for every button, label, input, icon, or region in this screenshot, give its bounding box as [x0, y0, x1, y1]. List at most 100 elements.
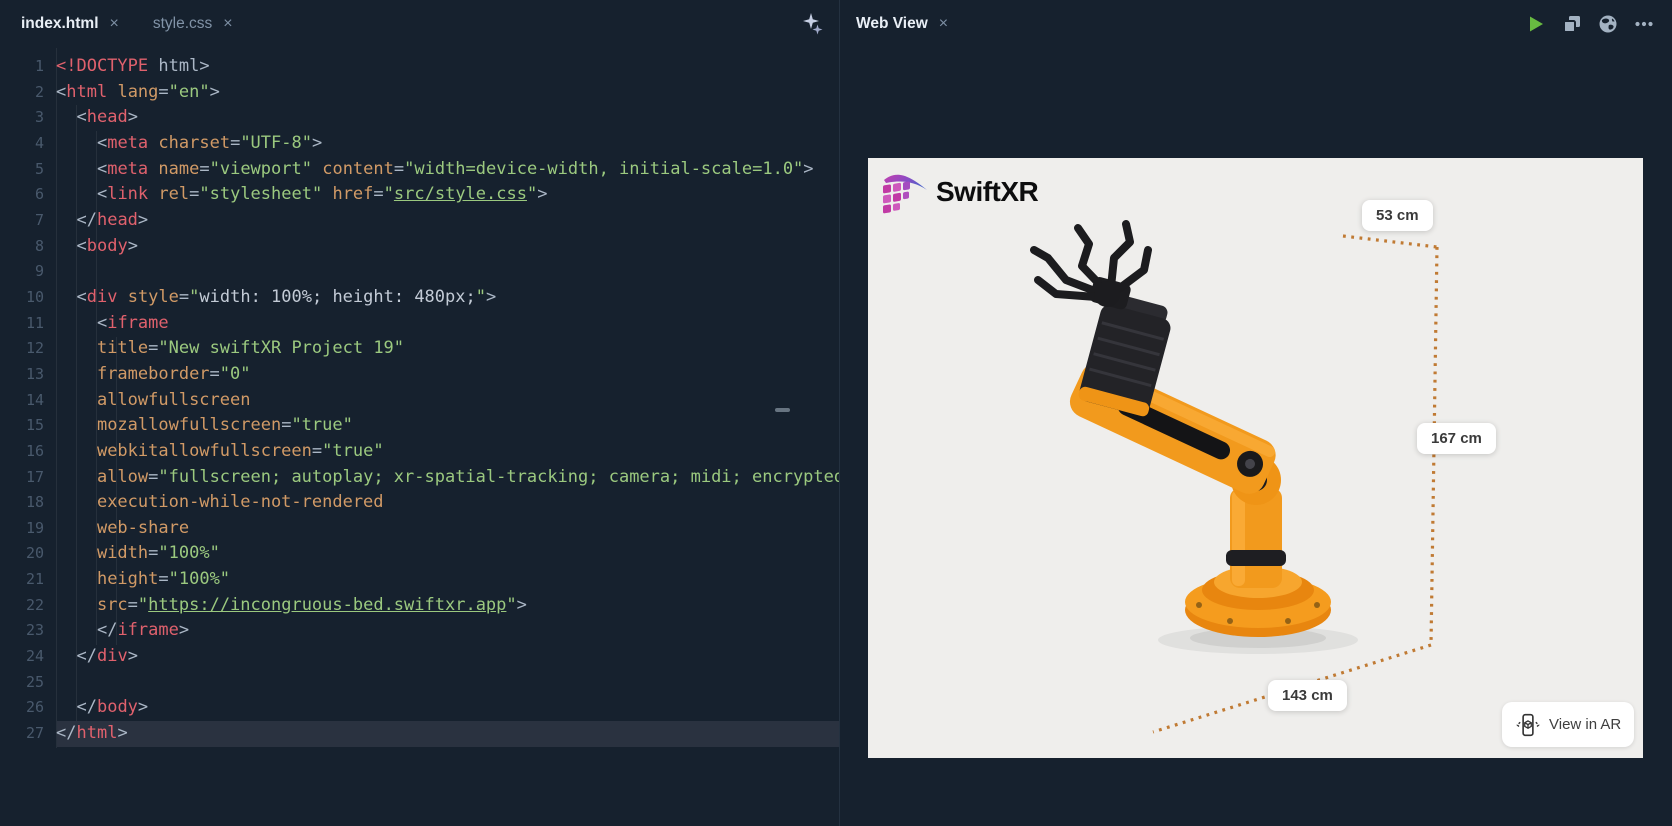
line-number: 4: [0, 131, 44, 157]
code-line[interactable]: 2 <html lang="en">: [0, 80, 839, 106]
line-number: 8: [0, 234, 44, 260]
robot-arm: [1034, 224, 1331, 637]
close-icon[interactable]: ×: [223, 16, 232, 32]
line-number: 16: [0, 439, 44, 465]
code-line[interactable]: 3 <head>: [0, 105, 839, 131]
code-line[interactable]: 5 <meta name="viewport" content="width=d…: [0, 157, 839, 183]
duplicate-icon[interactable]: [1562, 14, 1582, 34]
measure-line-top: [1343, 236, 1437, 247]
code-line[interactable]: 6 <link rel="stylesheet" href="src/style…: [0, 182, 839, 208]
line-number: 12: [0, 336, 44, 362]
line-number: 15: [0, 413, 44, 439]
measurement-chip: 53 cm: [1362, 200, 1433, 231]
code-line[interactable]: 11 <iframe: [0, 311, 839, 337]
more-icon[interactable]: [1634, 14, 1654, 34]
code-text: allow="fullscreen; autoplay; xr-spatial-…: [56, 465, 839, 491]
code-line[interactable]: 7 </head>: [0, 208, 839, 234]
webview-tab-bar: Web View ×: [841, 0, 1672, 48]
ai-sparkles-button[interactable]: [801, 12, 825, 36]
line-number: 26: [0, 695, 44, 721]
line-number: 25: [0, 670, 44, 696]
ide-window: index.html × style.css × 1<!DOCTYPE html…: [0, 0, 1672, 826]
code-text: </iframe>: [56, 618, 189, 644]
code-lines: 1<!DOCTYPE html>2<html lang="en">3 <head…: [0, 54, 839, 747]
code-line[interactable]: 8 <body>: [0, 234, 839, 260]
code-line[interactable]: 18 execution-while-not-rendered: [0, 490, 839, 516]
tab-label: Web View: [856, 15, 928, 33]
globe-icon[interactable]: [1598, 14, 1618, 34]
view-in-ar-button[interactable]: View in AR: [1502, 702, 1634, 747]
code-editor[interactable]: 1<!DOCTYPE html>2<html lang="en">3 <head…: [0, 54, 839, 747]
code-line[interactable]: 26 </body>: [0, 695, 839, 721]
code-line[interactable]: 9: [0, 259, 839, 285]
line-number: 7: [0, 208, 44, 234]
code-line[interactable]: 12 title="New swiftXR Project 19": [0, 336, 839, 362]
webview-panel: Web View ×: [841, 0, 1672, 826]
sparkles-icon: [801, 12, 825, 36]
tab-index-html[interactable]: index.html ×: [21, 15, 119, 33]
webview-viewport[interactable]: SwiftXR 53 cm 167 cm 143 cm View in AR: [868, 158, 1643, 758]
code-text: width="100%": [56, 541, 220, 567]
code-line[interactable]: 24 </div>: [0, 644, 839, 670]
webview-toolbar: [1526, 14, 1672, 34]
code-line[interactable]: 22 src="https://incongruous-bed.swiftxr.…: [0, 593, 839, 619]
code-text: frameborder="0": [56, 362, 251, 388]
line-number: 17: [0, 465, 44, 491]
code-line[interactable]: 4 <meta charset="UTF-8">: [0, 131, 839, 157]
code-line[interactable]: 27 </html>: [0, 721, 839, 747]
code-line[interactable]: 20 width="100%": [0, 541, 839, 567]
code-text: </div>: [56, 644, 138, 670]
code-text: </html>: [56, 721, 128, 747]
line-number: 23: [0, 618, 44, 644]
code-line[interactable]: 15 mozallowfullscreen="true": [0, 413, 839, 439]
code-line[interactable]: 17 allow="fullscreen; autoplay; xr-spati…: [0, 465, 839, 491]
code-text: </head>: [56, 208, 148, 234]
code-text: <html lang="en">: [56, 80, 220, 106]
code-line[interactable]: 25: [0, 670, 839, 696]
line-number: 21: [0, 567, 44, 593]
line-number: 2: [0, 80, 44, 106]
code-line[interactable]: 21 height="100%": [0, 567, 839, 593]
editor-tab-bar: index.html × style.css ×: [0, 0, 839, 48]
gripper-claw: [1034, 224, 1148, 297]
measurement-lines: [1153, 236, 1437, 732]
close-icon[interactable]: ×: [939, 16, 948, 32]
line-number: 27: [0, 721, 44, 747]
code-text: <iframe: [56, 311, 169, 337]
line-number: 1: [0, 54, 44, 80]
code-text: webkitallowfullscreen="true": [56, 439, 384, 465]
line-number: 24: [0, 644, 44, 670]
swiftxr-logo: SwiftXR: [880, 168, 1038, 216]
run-icon[interactable]: [1526, 14, 1546, 34]
tab-web-view[interactable]: Web View ×: [856, 15, 948, 33]
line-number: 14: [0, 388, 44, 414]
code-text: <meta charset="UTF-8">: [56, 131, 322, 157]
line-number: 3: [0, 105, 44, 131]
tab-label: style.css: [153, 15, 212, 33]
close-icon[interactable]: ×: [110, 16, 119, 32]
code-text: </body>: [56, 695, 148, 721]
code-text: web-share: [56, 516, 189, 542]
line-number: 5: [0, 157, 44, 183]
code-line[interactable]: 13 frameborder="0": [0, 362, 839, 388]
code-line[interactable]: 23 </iframe>: [0, 618, 839, 644]
code-text: <meta name="viewport" content="width=dev…: [56, 157, 814, 183]
line-number: 6: [0, 182, 44, 208]
robot-arm-scene: [868, 158, 1643, 758]
code-line[interactable]: 1<!DOCTYPE html>: [0, 54, 839, 80]
code-text: mozallowfullscreen="true": [56, 413, 353, 439]
code-line[interactable]: 19 web-share: [0, 516, 839, 542]
ar-phone-icon: [1515, 712, 1541, 738]
code-line[interactable]: 14 allowfullscreen: [0, 388, 839, 414]
line-number: 18: [0, 490, 44, 516]
brand-name: SwiftXR: [936, 176, 1038, 208]
line-number: 19: [0, 516, 44, 542]
line-number: 10: [0, 285, 44, 311]
code-text: <head>: [56, 105, 138, 131]
code-text: execution-while-not-rendered: [56, 490, 384, 516]
tab-style-css[interactable]: style.css ×: [153, 15, 233, 33]
code-line[interactable]: 10 <div style="width: 100%; height: 480p…: [0, 285, 839, 311]
scrollbar-thumb[interactable]: [775, 408, 790, 412]
code-line[interactable]: 16 webkitallowfullscreen="true": [0, 439, 839, 465]
code-text: <div style="width: 100%; height: 480px;"…: [56, 285, 496, 311]
